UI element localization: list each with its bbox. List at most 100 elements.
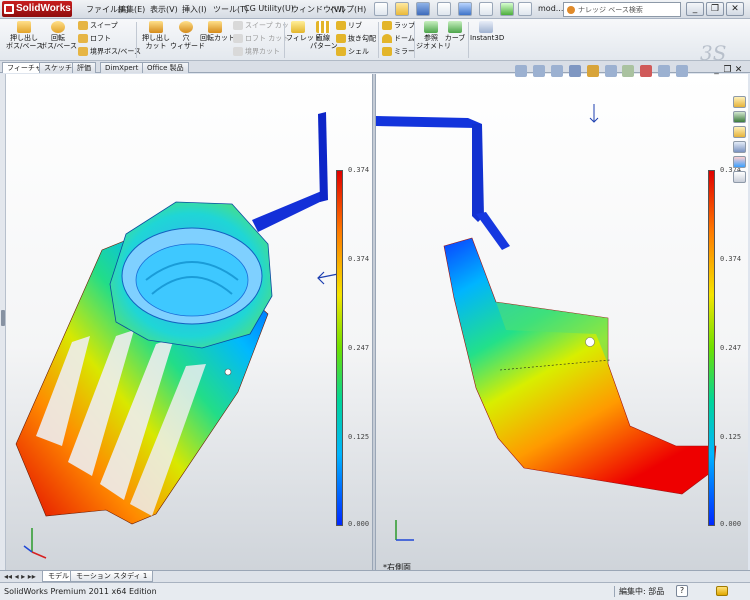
- rebuild-flag-icon[interactable]: [716, 586, 728, 596]
- minimize-button[interactable]: _: [686, 2, 704, 16]
- linear-pattern-button[interactable]: 直線 パターン: [310, 21, 338, 50]
- title-bar: SolidWorks ファイル(F) 編集(E) 表示(V) 挿入(I) ツール…: [0, 0, 750, 19]
- search-input[interactable]: ナレッジ ベース検索: [563, 2, 681, 17]
- rib-icon: [336, 21, 346, 30]
- hole-wizard-icon: [179, 21, 193, 33]
- rib-button[interactable]: リブ: [336, 21, 362, 30]
- legend-tick: 0.247: [720, 344, 742, 352]
- pipe-segment: [376, 116, 482, 134]
- model-tabs: ◂◂ ◂ ▸ ▸▸ モデル モーション スタディ 1: [0, 570, 750, 582]
- viewport-right-side[interactable]: _ ❐ ✕ 0.374 0.374 0.247 0.125 0.000: [376, 65, 750, 570]
- sweep-button[interactable]: スイープ: [78, 21, 118, 30]
- help-icon[interactable]: ?: [676, 585, 688, 597]
- revolve-boss-button[interactable]: 回転 ボス/ベース: [40, 21, 77, 50]
- file-explorer-icon[interactable]: [733, 126, 746, 138]
- fillet-button[interactable]: フィレット: [286, 21, 321, 42]
- legend-colorbar: [708, 170, 715, 526]
- rebuild-icon[interactable]: [500, 2, 514, 16]
- legend-tick: 0.374: [348, 255, 370, 263]
- mirror-button[interactable]: ミラー: [382, 47, 415, 56]
- part-model-right-side: [376, 104, 717, 541]
- hole-wizard-button[interactable]: 穴 ウィザード: [170, 21, 205, 50]
- pipe-segment: [472, 124, 484, 222]
- edit-mode-label: 編集中: 部品: [614, 586, 668, 597]
- legend-tick: 0.374: [720, 255, 742, 263]
- shell-icon: [336, 47, 346, 56]
- resources-icon[interactable]: [733, 96, 746, 108]
- select-icon[interactable]: [479, 2, 493, 16]
- legend-tick: 0.374: [348, 166, 370, 174]
- pipe-segment: [252, 190, 324, 232]
- extrude-cut-icon: [149, 21, 163, 33]
- loft-button[interactable]: ロフト: [78, 34, 111, 43]
- app-title: SolidWorks: [16, 3, 71, 14]
- menu-cg-utility[interactable]: CG Utility(U): [244, 4, 294, 13]
- menu-tools[interactable]: ツール(T): [213, 4, 248, 15]
- legend-tick: 0.125: [720, 433, 742, 441]
- tab-office[interactable]: Office 製品: [142, 62, 189, 73]
- linear-pattern-icon: [316, 21, 330, 33]
- boundary-cut-button[interactable]: 境界カット: [233, 47, 280, 56]
- mirror-icon: [382, 47, 392, 56]
- load-arrow: [589, 104, 599, 123]
- sweep-icon: [78, 21, 88, 30]
- separator: [136, 22, 137, 58]
- tab-navigation[interactable]: ◂◂ ◂ ▸ ▸▸: [4, 572, 36, 581]
- loft-icon: [78, 34, 88, 43]
- revolve-cut-button[interactable]: 回転カット: [200, 21, 235, 42]
- legend-tick: 0.247: [348, 344, 370, 352]
- dome-icon: [382, 34, 392, 43]
- curves-button[interactable]: カーブ: [444, 21, 466, 42]
- task-pane: [733, 96, 747, 183]
- menu-edit[interactable]: 編集(E): [118, 4, 145, 15]
- solidworks-logo[interactable]: SolidWorks: [2, 1, 72, 17]
- pipe-segment: [476, 212, 510, 250]
- close-button[interactable]: ✕: [726, 2, 744, 16]
- options-icon[interactable]: [518, 2, 532, 16]
- extrude-cut-button[interactable]: 押し出し カット: [140, 21, 172, 50]
- appearances-icon[interactable]: [733, 156, 746, 168]
- boundary-boss-icon: [78, 47, 88, 56]
- tab-dimxpert[interactable]: DimXpert: [100, 62, 144, 73]
- solidworks-mark-icon: [4, 4, 14, 14]
- menu-view[interactable]: 表示(V): [150, 4, 178, 15]
- design-library-icon[interactable]: [733, 111, 746, 123]
- tab-motion-study[interactable]: モーション スタディ 1: [70, 571, 154, 582]
- boundary-boss-button[interactable]: 境界ボス/ベース: [78, 47, 141, 56]
- restore-button[interactable]: ❐: [706, 2, 724, 16]
- legend-tick: 0.000: [348, 520, 370, 528]
- boundary-cut-icon: [233, 47, 243, 56]
- undo-icon[interactable]: [458, 2, 472, 16]
- print-icon[interactable]: [437, 2, 451, 16]
- wrap-button[interactable]: ラップ: [382, 21, 415, 30]
- instant3d-button[interactable]: Instant3D: [470, 21, 504, 42]
- search-icon: [567, 6, 575, 14]
- revolve-cut-icon: [208, 21, 222, 33]
- open-icon[interactable]: [395, 2, 409, 16]
- draft-button[interactable]: 抜き勾配: [336, 34, 376, 43]
- legend-tick: 0.125: [348, 433, 370, 441]
- stress-legend-right: 0.374 0.374 0.247 0.125 0.000: [704, 166, 750, 530]
- shell-button[interactable]: シェル: [336, 47, 369, 56]
- viewport-isometric[interactable]: 0.374 0.374 0.247 0.125 0.000: [6, 74, 372, 570]
- dome-button[interactable]: ドーム: [382, 34, 415, 43]
- pipe-segment: [318, 112, 328, 202]
- extrude-boss-button[interactable]: 押し出し ボス/ベース: [6, 21, 43, 50]
- view-palette-icon[interactable]: [733, 141, 746, 153]
- custom-properties-icon[interactable]: [733, 171, 746, 183]
- edition-label: SolidWorks Premium 2011 x64 Edition: [4, 587, 157, 596]
- triad-left: [23, 528, 47, 559]
- lofted-cut-button[interactable]: ロフト カット: [233, 34, 289, 43]
- tab-evaluate[interactable]: 評価: [72, 62, 96, 73]
- ring-inner: [135, 243, 249, 317]
- menu-help[interactable]: ヘルプ(H): [330, 4, 366, 15]
- document-name: mod...: [538, 4, 564, 13]
- new-document-icon[interactable]: [374, 2, 388, 16]
- separator: [468, 22, 469, 58]
- separator: [378, 22, 379, 58]
- menu-insert[interactable]: 挿入(I): [182, 4, 207, 15]
- save-icon[interactable]: [416, 2, 430, 16]
- reference-geometry-button[interactable]: 参照 ジオメトリ: [416, 21, 451, 50]
- legend-colorbar: [336, 170, 343, 526]
- mounting-hole: [224, 368, 232, 376]
